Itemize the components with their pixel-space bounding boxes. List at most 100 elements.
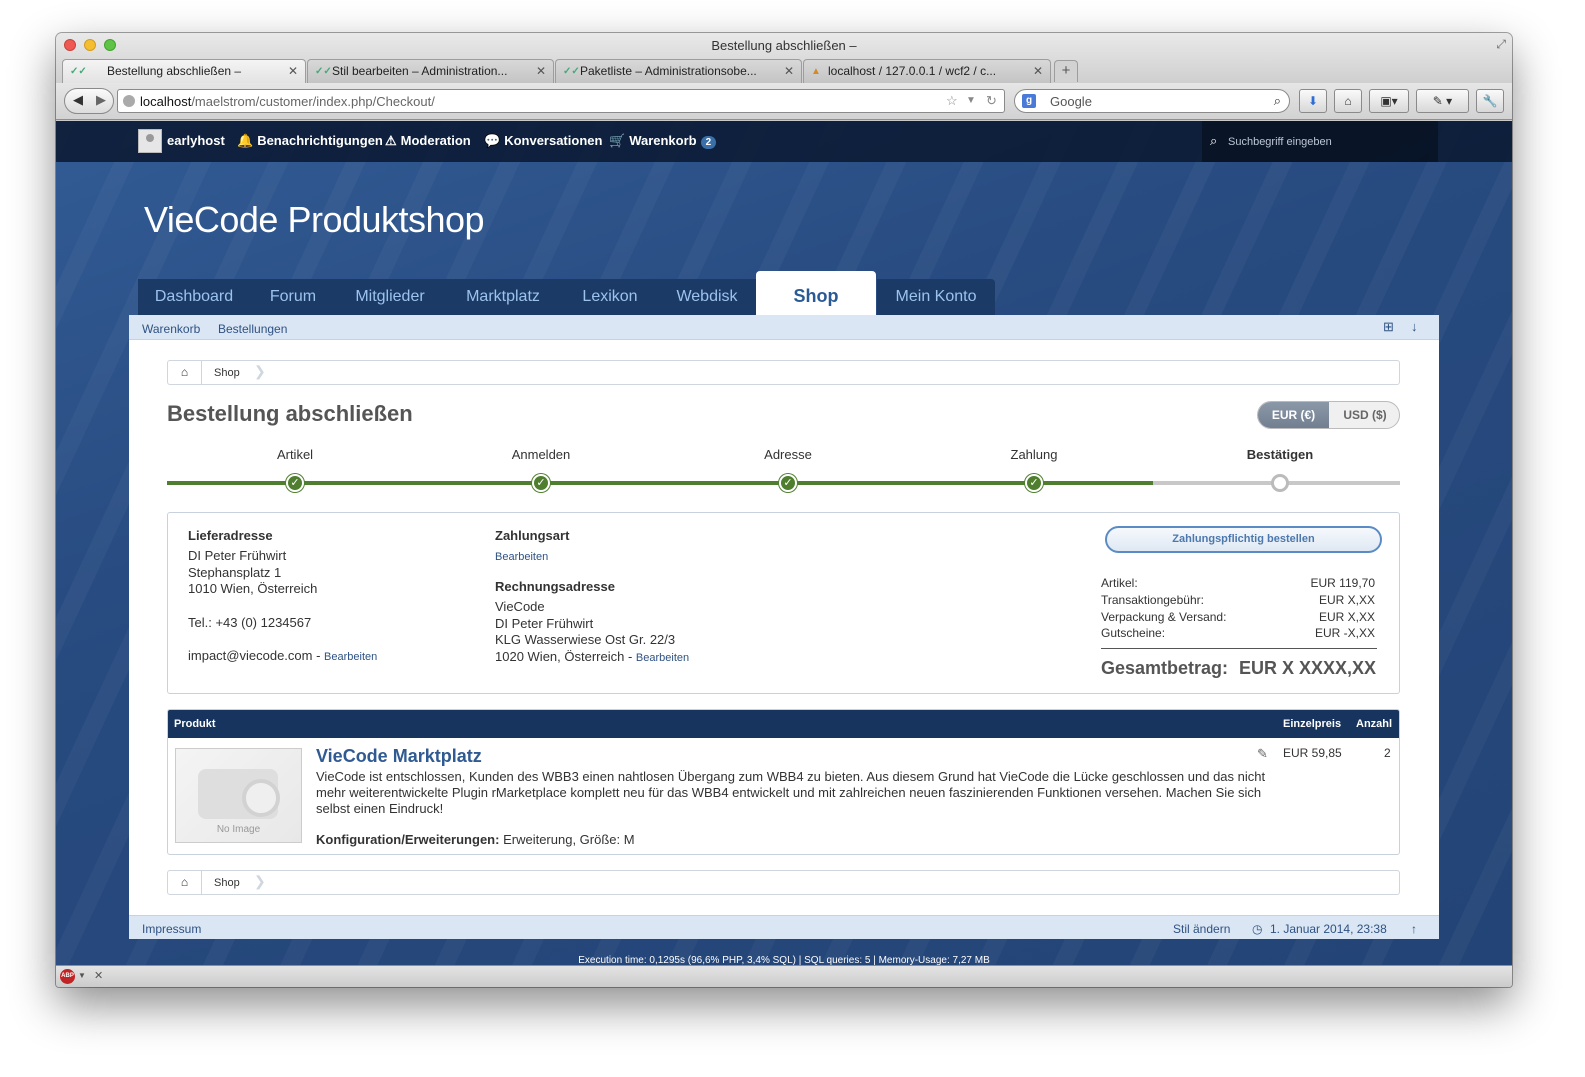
avatar[interactable] [138,129,162,153]
summary-value: EUR X,XX [1318,610,1375,624]
step-check-icon[interactable]: ✓ [532,474,550,492]
step-label-adresse: Adresse [764,447,812,462]
page-viewport: earlyhost 🔔 Benachrichtigungen ⚠ Moderatio… [56,121,1512,965]
download-button[interactable]: ⬇ [1299,89,1327,113]
breadcrumb-shop[interactable]: Shop [214,877,240,889]
adblock-icon[interactable]: ABP [60,969,75,984]
forward-icon[interactable]: ▶ [96,92,106,108]
nav-webdisk[interactable]: Webdisk [658,279,756,315]
summary-divider [1101,648,1377,649]
tab-label: Stil bearbeiten – Administration... [332,64,508,78]
nav-dashboard[interactable]: Dashboard [138,279,250,315]
billing-company: VieCode [495,599,545,614]
impressum-link[interactable]: Impressum [142,922,201,936]
site-search-input[interactable]: ⌕ Suchbegriff eingeben [1202,121,1438,162]
new-tab-button[interactable]: + [1054,60,1078,82]
nav-mitglieder[interactable]: Mitglieder [336,279,444,315]
breadcrumb-shop[interactable]: Shop [214,367,240,379]
search-icon[interactable]: ⌕ [1274,93,1281,109]
billing-edit-link[interactable]: Bearbeiten [636,652,689,664]
user-panel: earlyhost 🔔 Benachrichtigungen ⚠ Moderatio… [56,121,1512,162]
nav-forum[interactable]: Forum [250,279,336,315]
bell-icon: 🔔 [237,133,254,148]
cart-link[interactable]: 🛒 Warenkorb 2 [609,133,717,149]
moderation-link[interactable]: ⚠ Moderation [385,133,471,149]
payment-edit-link[interactable]: Bearbeiten [495,549,548,566]
web-search-input[interactable]: g Google ⌕ [1014,89,1290,113]
tab-close-icon[interactable]: ✕ [1033,64,1043,78]
close-addon-bar-icon[interactable]: ✕ [94,969,103,982]
tab-close-icon[interactable]: ✕ [536,64,546,78]
history-dropdown-icon[interactable]: ▼ [966,95,976,106]
arrow-down-icon[interactable]: ↓ [1411,319,1418,334]
summary-row: Artikel: EUR 119,70 [1101,576,1375,592]
tab-close-icon[interactable]: ✕ [784,64,794,78]
home-button[interactable]: ⌂ [1334,89,1362,113]
tab-close-icon[interactable]: ✕ [288,64,298,78]
change-style-link[interactable]: Stil ändern [1173,922,1230,936]
nav-lexikon[interactable]: Lexikon [562,279,658,315]
url-bar[interactable]: localhost/maelstrom/customer/index.php/C… [117,89,1005,113]
cart-label: Warenkorb [629,133,697,148]
config-value: Erweiterung, Größe: M [503,832,635,847]
notifications-link[interactable]: 🔔 Benachrichtigungen [237,133,383,149]
reload-icon[interactable]: ↻ [986,93,997,109]
extension-button[interactable]: ✎ ▾ [1416,89,1469,113]
col-price[interactable]: Einzelpreis [1283,718,1341,730]
col-product[interactable]: Produkt [174,718,216,730]
subnav-bestellungen[interactable]: Bestellungen [218,322,287,336]
step-check-icon[interactable]: ✓ [779,474,797,492]
delivery-edit-link[interactable]: Bearbeiten [324,651,377,663]
browser-window: Bestellung abschließen – ⤢ ✓✓ Bestellung… [56,33,1512,987]
nav-shop[interactable]: Shop [756,271,876,315]
conversations-link[interactable]: 💬 Konversationen [484,133,602,149]
config-label: Konfiguration/Erweiterungen: [316,832,500,847]
step-check-icon[interactable]: ✓ [1025,474,1043,492]
currency-eur-button[interactable]: EUR (€) [1258,402,1329,428]
quantity: 2 [1384,746,1391,760]
delivery-phone: Tel.: +43 (0) 1234567 [188,615,312,630]
fullscreen-icon[interactable]: ⤢ [1496,37,1506,52]
site-title[interactable]: VieCode Produktshop [144,199,485,241]
checkout-progress: Artikel Anmelden Adresse Zahlung Bestäti… [167,443,1400,493]
col-qty[interactable]: Anzahl [1356,718,1392,730]
browser-tab-checkout[interactable]: ✓✓ Bestellung abschließen – ✕ [62,59,306,83]
total-label: Gesamtbetrag: [1101,658,1229,678]
camera-icon [198,769,280,819]
unit-price: EUR 59,85 [1283,746,1342,760]
search-engine-label: Google [1050,94,1092,109]
place-order-button[interactable]: Zahlungspflichtig bestellen [1105,526,1382,553]
subnav-warenkorb[interactable]: Warenkorb [142,322,200,336]
sitemap-icon[interactable]: ⊞ [1383,319,1394,335]
tab-label: Paketliste – Administrationsobe... [580,64,757,78]
browser-tab-style[interactable]: ✓✓ Stil bearbeiten – Administration... ✕ [307,59,554,83]
nav-mein-konto[interactable]: Mein Konto [877,279,995,315]
currency-usd-button[interactable]: USD ($) [1329,402,1399,428]
product-image[interactable]: No Image [175,748,302,843]
adblock-dropdown-icon[interactable]: ▼ [78,971,86,980]
tools-button[interactable]: 🔧 [1476,89,1504,113]
browser-tab-packages[interactable]: ✓✓ Paketliste – Administrationsobe... ✕ [555,59,802,83]
back-icon[interactable]: ◀ [73,92,83,108]
tab-label: localhost / 127.0.0.1 / wcf2 / c... [828,64,997,78]
page-title: Bestellung abschließen [167,401,413,426]
nav-marktplatz[interactable]: Marktplatz [444,279,562,315]
phpmyadmin-favicon-icon: ▲ [811,66,821,77]
browser-tab-phpmyadmin[interactable]: ▲ localhost / 127.0.0.1 / wcf2 / c... ✕ [803,59,1051,83]
scroll-top-icon[interactable]: ↑ [1411,922,1417,936]
step-check-icon[interactable]: ✓ [286,474,304,492]
username-link[interactable]: earlyhost [167,133,225,148]
step-label-anmelden: Anmelden [511,447,571,462]
home-icon[interactable]: ⌂ [168,871,202,894]
bookmark-star-icon[interactable]: ☆ [946,93,958,109]
sub-nav: Warenkorb Bestellungen ⊞ ↓ [129,315,1439,340]
edit-pencil-icon[interactable]: ✎ [1257,746,1268,762]
screenshot-button[interactable]: ▣▾ [1369,89,1409,113]
delivery-street: Stephansplatz 1 [188,565,282,580]
home-icon[interactable]: ⌂ [168,361,202,384]
product-title-link[interactable]: VieCode Marktplatz [316,746,482,767]
history-buttons: ◀ ▶ [64,88,114,114]
billing-city-line: 1020 Wien, Österreich - Bearbeiten [495,649,690,664]
favicon-icon: ✓✓ [70,66,87,77]
billing-name: DI Peter Frühwirt [495,616,594,631]
